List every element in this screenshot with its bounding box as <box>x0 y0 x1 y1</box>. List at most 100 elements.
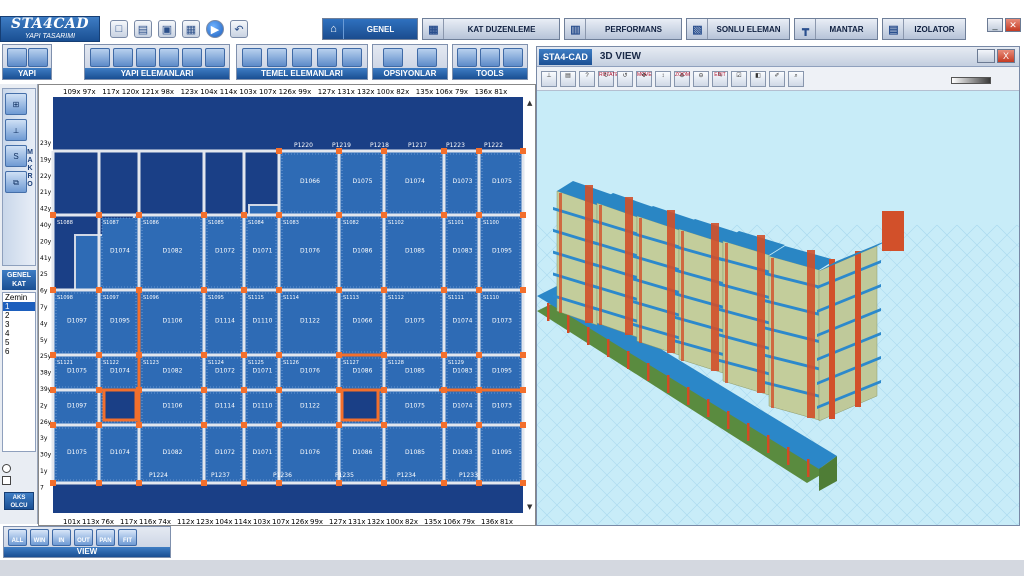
help-icon[interactable]: ? <box>579 70 595 87</box>
3d-model[interactable] <box>537 91 1019 525</box>
column-marker <box>441 212 447 218</box>
floor-list: Zemin 1 2 3 4 5 6 <box>2 292 36 452</box>
fit-icon[interactable]: FIT <box>118 529 137 546</box>
option-radio[interactable] <box>2 462 36 474</box>
floor-item[interactable]: 5 <box>3 338 35 347</box>
floor-item[interactable]: 1 <box>3 302 35 311</box>
axis-icon[interactable]: ⊞ <box>5 93 27 115</box>
foundation-beam-icon[interactable] <box>341 47 362 67</box>
close-button[interactable]: ✕ <box>1005 18 1021 32</box>
column-marker <box>136 212 142 218</box>
footing-icon[interactable] <box>242 47 263 67</box>
magnifier-icon[interactable]: ⌕ <box>788 70 804 87</box>
floor-item[interactable]: 2 <box>3 311 35 320</box>
column-marker <box>50 212 56 218</box>
loads-icon[interactable] <box>417 47 437 67</box>
new-file-icon[interactable]: □ <box>110 20 128 38</box>
coordinate-icon[interactable]: ⟂ <box>5 119 27 141</box>
tab-genel[interactable]: ⌂ GENEL <box>322 18 418 40</box>
stair-icon[interactable] <box>204 47 225 67</box>
rotate-z-icon[interactable]: ↺ <box>617 70 633 87</box>
column-marker <box>50 352 56 358</box>
save-icon[interactable]: ▣ <box>158 20 176 38</box>
top-axis-label: 109x <box>63 88 81 96</box>
edit-icon[interactable]: EDIT ✎ <box>712 70 728 87</box>
copy-floor-icon[interactable]: ⧉ <box>5 171 27 193</box>
open-folder-icon[interactable]: ▤ <box>134 20 152 38</box>
layers-icon[interactable]: ▤ <box>560 70 576 87</box>
zoom-icon[interactable]: ZOOM ⊕ <box>674 70 690 87</box>
tab-kat-duzenleme[interactable]: ▦ KAT DUZENLEME <box>422 18 560 40</box>
calculator-icon[interactable] <box>479 47 500 67</box>
zoom-out-icon[interactable]: OUT <box>74 529 93 546</box>
brick-wall-icon[interactable] <box>181 47 202 67</box>
paint-icon[interactable]: ✐ <box>769 70 785 87</box>
tie-beam-icon[interactable] <box>316 47 337 67</box>
plan-canvas[interactable]: 109x 97x 117x 120x 121x 98x 123x 104x 114x 103x 10… <box>39 85 536 526</box>
aks-olcu-button[interactable]: AKS OLCU <box>4 492 34 510</box>
minimize-button[interactable]: _ <box>987 18 1003 32</box>
floor-item[interactable]: 3 <box>3 320 35 329</box>
3d-canvas[interactable] <box>537 91 1019 525</box>
column-marker <box>96 212 102 218</box>
3d-view-toolbar: ⊥ ▤ ? ROTATE ↻ ↺ MOVE ✥ ↕ ZOOM ⊕ ⊖ EDIT ✎ ☑ … <box>537 67 1019 91</box>
pan-icon[interactable]: PAN <box>96 529 115 546</box>
bottom-axis-label: 76x <box>101 518 114 526</box>
ribbon-group-tools: TOOLS <box>452 44 528 80</box>
wall-icon[interactable] <box>158 47 179 67</box>
tab-sonlu-eleman[interactable]: ▧ SONLU ELEMAN <box>686 18 790 40</box>
slab-label: D1122 <box>300 318 320 325</box>
column-marker <box>276 148 282 154</box>
3d-view-restore-button[interactable] <box>977 49 995 63</box>
transparency-slider[interactable] <box>951 77 991 84</box>
slab-label: D1073 <box>453 178 473 185</box>
run-analysis-icon[interactable]: ▶ <box>206 20 224 38</box>
column-marker <box>520 212 526 218</box>
undo-icon[interactable]: ↶ <box>230 20 248 38</box>
options-icon[interactable] <box>383 47 403 67</box>
column-marker <box>441 287 447 293</box>
axis-toggle-icon[interactable]: ⊥ <box>541 70 557 87</box>
wrench-icon[interactable] <box>457 47 478 67</box>
layers-icon[interactable] <box>502 47 523 67</box>
option-checkbox[interactable] <box>2 474 36 486</box>
move-icon[interactable]: MOVE ✥ <box>636 70 652 87</box>
column-icon[interactable] <box>112 47 133 67</box>
tab-izolator[interactable]: ▤ IZOLATOR <box>882 18 966 40</box>
raft-icon[interactable] <box>291 47 312 67</box>
move-vertical-icon[interactable]: ↕ <box>655 70 671 87</box>
left-axis-label: 1y <box>40 468 48 475</box>
rotate-icon[interactable]: ROTATE ↻ <box>598 70 619 87</box>
building-icon[interactable] <box>6 47 27 67</box>
zoom-in-icon[interactable]: IN <box>52 529 71 546</box>
left-axis-label: 30y <box>40 452 52 459</box>
left-axis-label: 22y <box>40 173 52 180</box>
checkbox-icon[interactable]: ☑ <box>731 70 747 87</box>
end-column <box>829 259 835 419</box>
tab-mantar[interactable]: ┳ MANTAR <box>794 18 878 40</box>
plan-drawing[interactable]: 109x 97x 117x 120x 121x 98x 123x 104x 114x 103x 10… <box>38 84 536 526</box>
ribbon: YAPI YAPI ELEMANLARI TEMEL ELEMANLARI OP… <box>0 44 536 80</box>
view-window-icon[interactable]: WIN <box>30 529 49 546</box>
grid-line <box>996 224 1019 248</box>
3d-view-close-button[interactable]: X <box>997 49 1015 63</box>
pile-icon[interactable] <box>267 47 288 67</box>
left-axis-label: 26y <box>40 419 52 426</box>
zoom-window-icon[interactable]: ⊖ <box>693 70 709 87</box>
floor-item[interactable]: 4 <box>3 329 35 338</box>
column-label-icon[interactable]: S <box>5 145 27 167</box>
floor-item[interactable]: 6 <box>3 347 35 356</box>
column-label: S1086 <box>143 220 159 226</box>
corner-column <box>725 243 728 383</box>
column-label: S1125 <box>248 360 264 366</box>
view-all-icon[interactable]: ALL <box>8 529 27 546</box>
tab-performans[interactable]: ▥ PERFORMANS <box>564 18 682 40</box>
beam-icon[interactable] <box>89 47 110 67</box>
slab-icon[interactable] <box>135 47 156 67</box>
floor-plan-icon[interactable] <box>27 47 48 67</box>
floor-item[interactable]: Zemin <box>3 293 35 302</box>
render-icon[interactable]: ◧ <box>750 70 766 87</box>
print-icon[interactable]: ▦ <box>182 20 200 38</box>
option-controls <box>2 462 36 486</box>
3d-view-logo: STA4-CAD <box>539 48 592 65</box>
